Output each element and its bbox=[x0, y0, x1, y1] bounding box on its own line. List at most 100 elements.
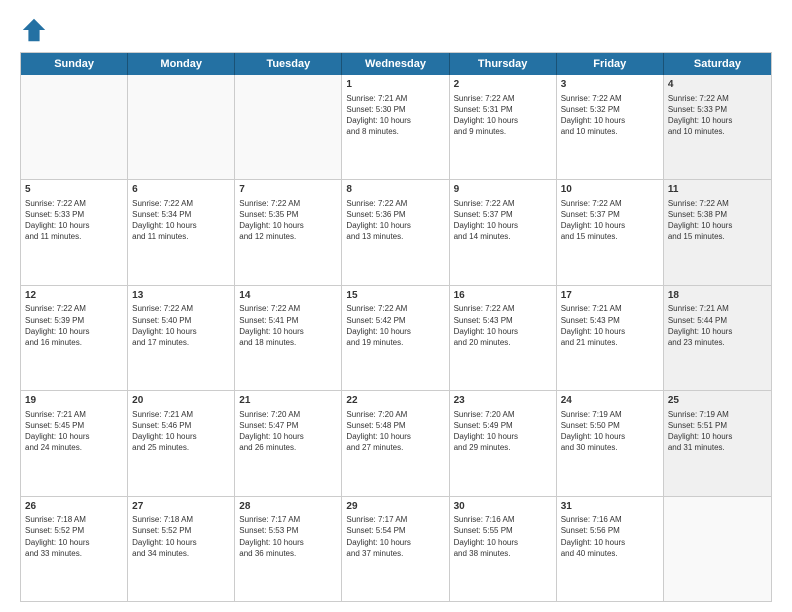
day-number: 20 bbox=[132, 394, 230, 408]
day-number: 7 bbox=[239, 183, 337, 197]
day-number: 26 bbox=[25, 500, 123, 514]
day-number: 19 bbox=[25, 394, 123, 408]
cell-content: Sunrise: 7:22 AMSunset: 5:41 PMDaylight:… bbox=[239, 303, 337, 348]
calendar-cell: 18Sunrise: 7:21 AMSunset: 5:44 PMDayligh… bbox=[664, 286, 771, 390]
cell-content: Sunrise: 7:22 AMSunset: 5:40 PMDaylight:… bbox=[132, 303, 230, 348]
day-number: 22 bbox=[346, 394, 444, 408]
calendar-cell: 1Sunrise: 7:21 AMSunset: 5:30 PMDaylight… bbox=[342, 75, 449, 179]
header-saturday: Saturday bbox=[664, 53, 771, 75]
day-number: 27 bbox=[132, 500, 230, 514]
calendar-cell: 5Sunrise: 7:22 AMSunset: 5:33 PMDaylight… bbox=[21, 180, 128, 284]
calendar-cell: 20Sunrise: 7:21 AMSunset: 5:46 PMDayligh… bbox=[128, 391, 235, 495]
header bbox=[20, 16, 772, 44]
calendar-cell: 4Sunrise: 7:22 AMSunset: 5:33 PMDaylight… bbox=[664, 75, 771, 179]
calendar-cell bbox=[128, 75, 235, 179]
calendar-cell: 28Sunrise: 7:17 AMSunset: 5:53 PMDayligh… bbox=[235, 497, 342, 601]
calendar-cell: 2Sunrise: 7:22 AMSunset: 5:31 PMDaylight… bbox=[450, 75, 557, 179]
calendar-cell: 17Sunrise: 7:21 AMSunset: 5:43 PMDayligh… bbox=[557, 286, 664, 390]
calendar-cell bbox=[664, 497, 771, 601]
calendar-cell: 30Sunrise: 7:16 AMSunset: 5:55 PMDayligh… bbox=[450, 497, 557, 601]
cell-content: Sunrise: 7:22 AMSunset: 5:33 PMDaylight:… bbox=[668, 93, 767, 138]
logo-icon bbox=[20, 16, 48, 44]
cell-content: Sunrise: 7:21 AMSunset: 5:43 PMDaylight:… bbox=[561, 303, 659, 348]
day-number: 1 bbox=[346, 78, 444, 92]
header-monday: Monday bbox=[128, 53, 235, 75]
day-number: 16 bbox=[454, 289, 552, 303]
logo bbox=[20, 16, 52, 44]
day-number: 28 bbox=[239, 500, 337, 514]
calendar-cell: 9Sunrise: 7:22 AMSunset: 5:37 PMDaylight… bbox=[450, 180, 557, 284]
calendar-cell: 27Sunrise: 7:18 AMSunset: 5:52 PMDayligh… bbox=[128, 497, 235, 601]
day-number: 5 bbox=[25, 183, 123, 197]
cell-content: Sunrise: 7:20 AMSunset: 5:49 PMDaylight:… bbox=[454, 409, 552, 454]
cell-content: Sunrise: 7:22 AMSunset: 5:32 PMDaylight:… bbox=[561, 93, 659, 138]
calendar-row-1: 1Sunrise: 7:21 AMSunset: 5:30 PMDaylight… bbox=[21, 75, 771, 180]
cell-content: Sunrise: 7:22 AMSunset: 5:39 PMDaylight:… bbox=[25, 303, 123, 348]
cell-content: Sunrise: 7:22 AMSunset: 5:43 PMDaylight:… bbox=[454, 303, 552, 348]
day-number: 12 bbox=[25, 289, 123, 303]
day-number: 30 bbox=[454, 500, 552, 514]
cell-content: Sunrise: 7:18 AMSunset: 5:52 PMDaylight:… bbox=[132, 514, 230, 559]
calendar-cell bbox=[21, 75, 128, 179]
calendar-cell: 25Sunrise: 7:19 AMSunset: 5:51 PMDayligh… bbox=[664, 391, 771, 495]
calendar-cell: 22Sunrise: 7:20 AMSunset: 5:48 PMDayligh… bbox=[342, 391, 449, 495]
calendar-cell bbox=[235, 75, 342, 179]
cell-content: Sunrise: 7:22 AMSunset: 5:31 PMDaylight:… bbox=[454, 93, 552, 138]
calendar-row-5: 26Sunrise: 7:18 AMSunset: 5:52 PMDayligh… bbox=[21, 497, 771, 601]
header-wednesday: Wednesday bbox=[342, 53, 449, 75]
cell-content: Sunrise: 7:20 AMSunset: 5:48 PMDaylight:… bbox=[346, 409, 444, 454]
calendar-cell: 26Sunrise: 7:18 AMSunset: 5:52 PMDayligh… bbox=[21, 497, 128, 601]
day-number: 23 bbox=[454, 394, 552, 408]
cell-content: Sunrise: 7:22 AMSunset: 5:38 PMDaylight:… bbox=[668, 198, 767, 243]
calendar-cell: 15Sunrise: 7:22 AMSunset: 5:42 PMDayligh… bbox=[342, 286, 449, 390]
day-number: 24 bbox=[561, 394, 659, 408]
day-number: 21 bbox=[239, 394, 337, 408]
page: Sunday Monday Tuesday Wednesday Thursday… bbox=[0, 0, 792, 612]
day-number: 31 bbox=[561, 500, 659, 514]
cell-content: Sunrise: 7:19 AMSunset: 5:51 PMDaylight:… bbox=[668, 409, 767, 454]
header-thursday: Thursday bbox=[450, 53, 557, 75]
day-number: 18 bbox=[668, 289, 767, 303]
calendar-cell: 11Sunrise: 7:22 AMSunset: 5:38 PMDayligh… bbox=[664, 180, 771, 284]
calendar-cell: 14Sunrise: 7:22 AMSunset: 5:41 PMDayligh… bbox=[235, 286, 342, 390]
day-number: 3 bbox=[561, 78, 659, 92]
day-number: 2 bbox=[454, 78, 552, 92]
day-number: 11 bbox=[668, 183, 767, 197]
day-number: 9 bbox=[454, 183, 552, 197]
calendar-cell: 16Sunrise: 7:22 AMSunset: 5:43 PMDayligh… bbox=[450, 286, 557, 390]
cell-content: Sunrise: 7:16 AMSunset: 5:56 PMDaylight:… bbox=[561, 514, 659, 559]
calendar: Sunday Monday Tuesday Wednesday Thursday… bbox=[20, 52, 772, 602]
calendar-cell: 10Sunrise: 7:22 AMSunset: 5:37 PMDayligh… bbox=[557, 180, 664, 284]
header-friday: Friday bbox=[557, 53, 664, 75]
day-number: 8 bbox=[346, 183, 444, 197]
calendar-cell: 8Sunrise: 7:22 AMSunset: 5:36 PMDaylight… bbox=[342, 180, 449, 284]
cell-content: Sunrise: 7:22 AMSunset: 5:33 PMDaylight:… bbox=[25, 198, 123, 243]
cell-content: Sunrise: 7:22 AMSunset: 5:36 PMDaylight:… bbox=[346, 198, 444, 243]
day-number: 25 bbox=[668, 394, 767, 408]
day-number: 17 bbox=[561, 289, 659, 303]
day-number: 29 bbox=[346, 500, 444, 514]
cell-content: Sunrise: 7:21 AMSunset: 5:44 PMDaylight:… bbox=[668, 303, 767, 348]
calendar-cell: 13Sunrise: 7:22 AMSunset: 5:40 PMDayligh… bbox=[128, 286, 235, 390]
day-number: 13 bbox=[132, 289, 230, 303]
calendar-row-4: 19Sunrise: 7:21 AMSunset: 5:45 PMDayligh… bbox=[21, 391, 771, 496]
cell-content: Sunrise: 7:21 AMSunset: 5:46 PMDaylight:… bbox=[132, 409, 230, 454]
day-number: 14 bbox=[239, 289, 337, 303]
cell-content: Sunrise: 7:18 AMSunset: 5:52 PMDaylight:… bbox=[25, 514, 123, 559]
calendar-cell: 31Sunrise: 7:16 AMSunset: 5:56 PMDayligh… bbox=[557, 497, 664, 601]
calendar-row-2: 5Sunrise: 7:22 AMSunset: 5:33 PMDaylight… bbox=[21, 180, 771, 285]
calendar-cell: 23Sunrise: 7:20 AMSunset: 5:49 PMDayligh… bbox=[450, 391, 557, 495]
day-number: 6 bbox=[132, 183, 230, 197]
calendar-cell: 6Sunrise: 7:22 AMSunset: 5:34 PMDaylight… bbox=[128, 180, 235, 284]
cell-content: Sunrise: 7:16 AMSunset: 5:55 PMDaylight:… bbox=[454, 514, 552, 559]
calendar-cell: 24Sunrise: 7:19 AMSunset: 5:50 PMDayligh… bbox=[557, 391, 664, 495]
cell-content: Sunrise: 7:20 AMSunset: 5:47 PMDaylight:… bbox=[239, 409, 337, 454]
calendar-cell: 12Sunrise: 7:22 AMSunset: 5:39 PMDayligh… bbox=[21, 286, 128, 390]
cell-content: Sunrise: 7:22 AMSunset: 5:37 PMDaylight:… bbox=[561, 198, 659, 243]
cell-content: Sunrise: 7:19 AMSunset: 5:50 PMDaylight:… bbox=[561, 409, 659, 454]
cell-content: Sunrise: 7:17 AMSunset: 5:53 PMDaylight:… bbox=[239, 514, 337, 559]
cell-content: Sunrise: 7:22 AMSunset: 5:37 PMDaylight:… bbox=[454, 198, 552, 243]
cell-content: Sunrise: 7:22 AMSunset: 5:34 PMDaylight:… bbox=[132, 198, 230, 243]
day-number: 10 bbox=[561, 183, 659, 197]
calendar-header: Sunday Monday Tuesday Wednesday Thursday… bbox=[21, 53, 771, 75]
